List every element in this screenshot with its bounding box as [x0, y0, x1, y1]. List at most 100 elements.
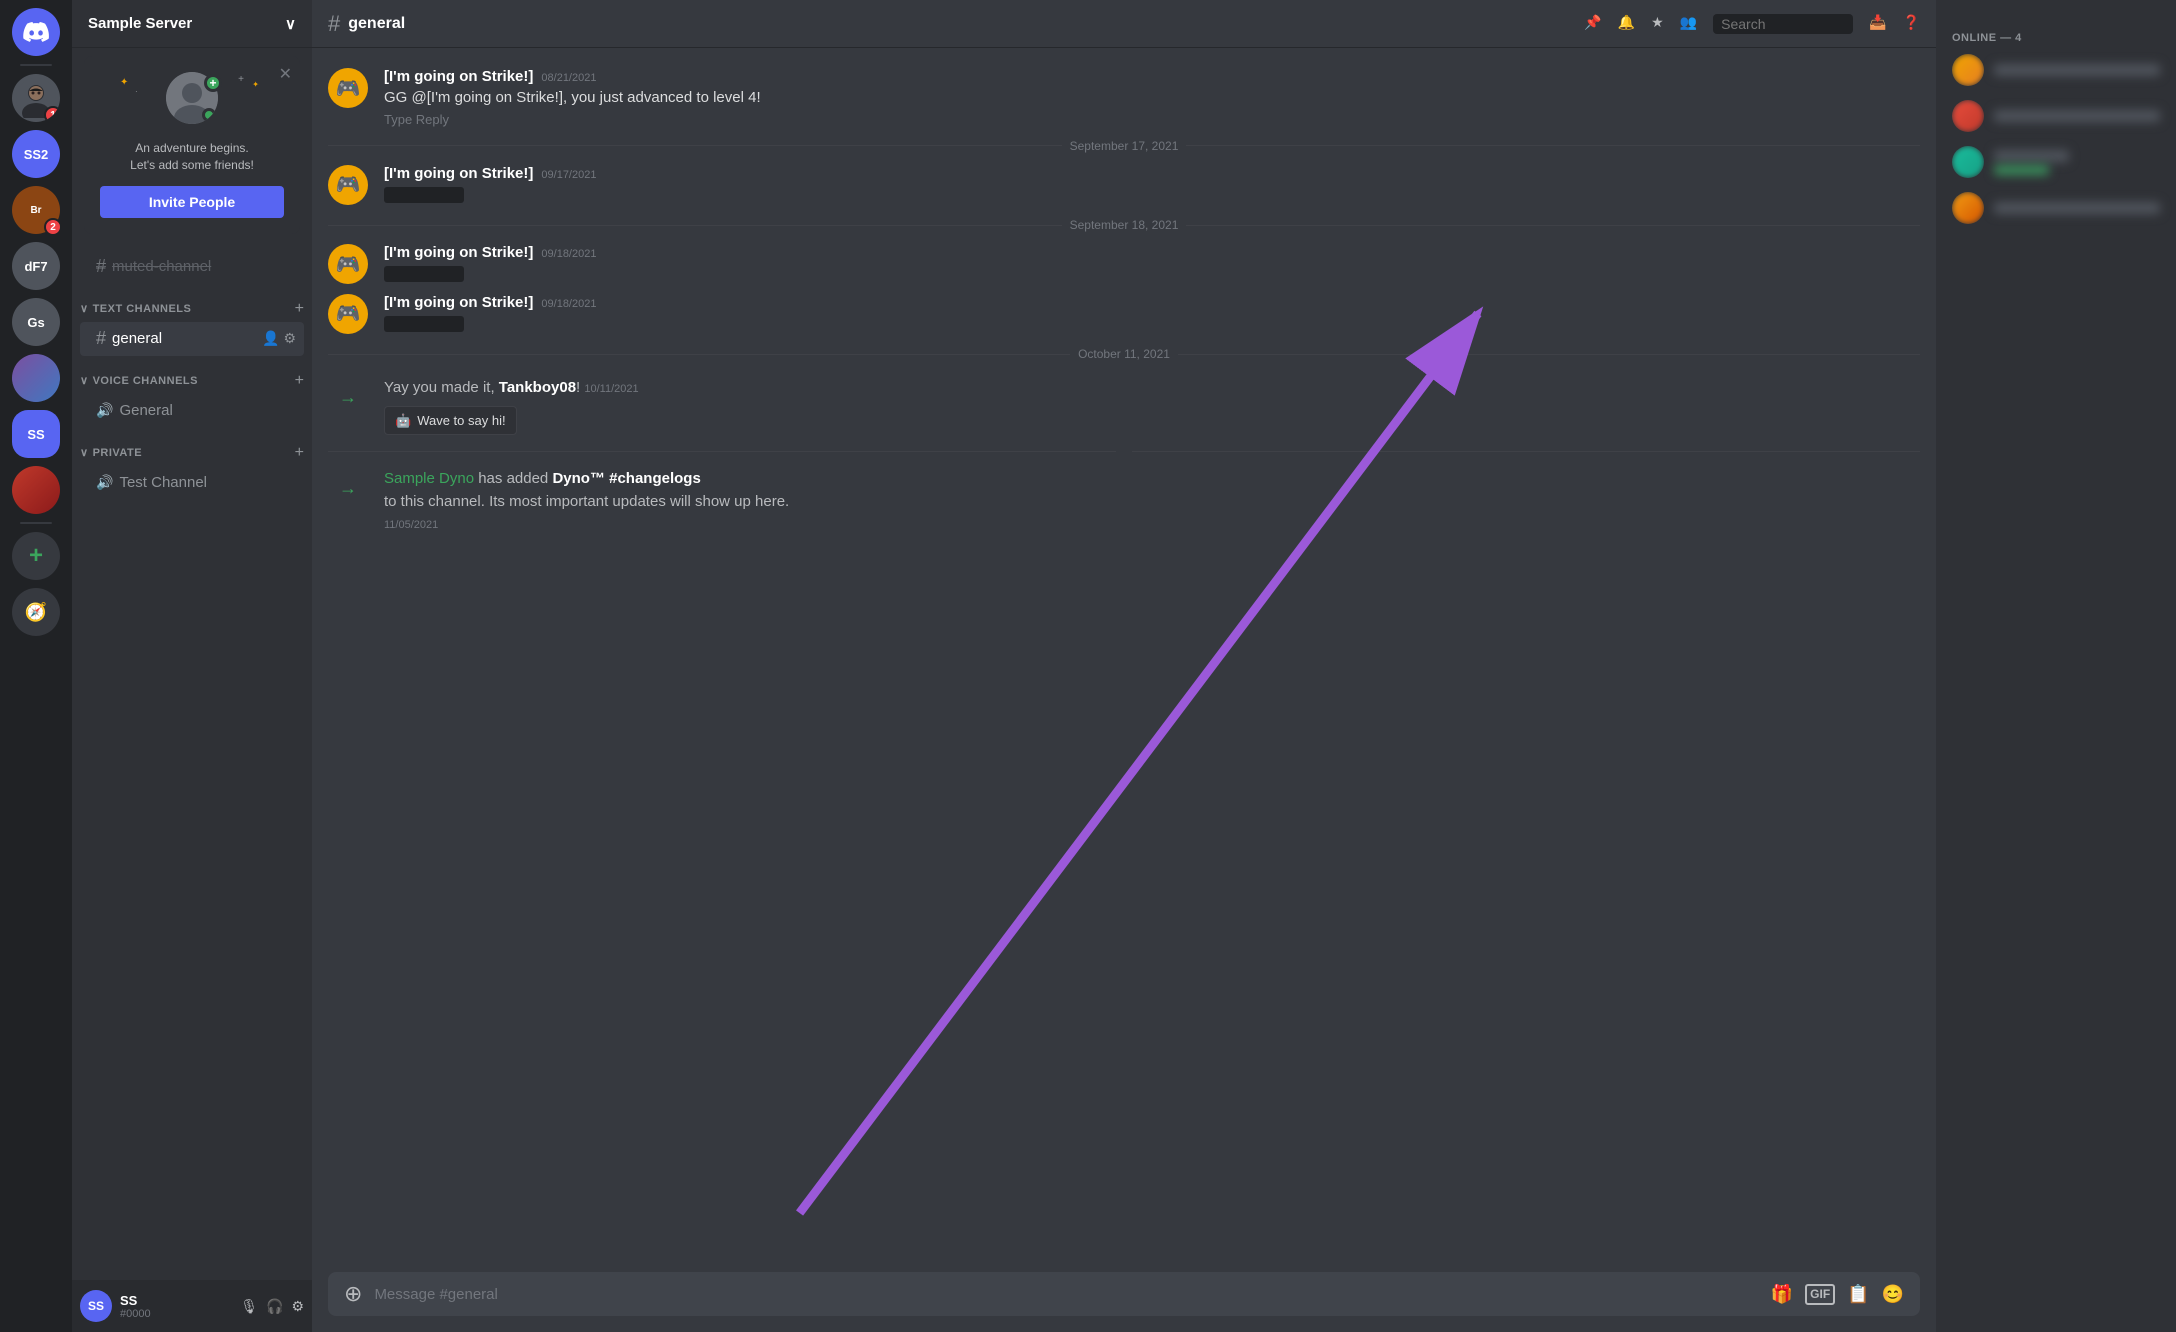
message-username-1: [I'm going on Strike!] — [384, 68, 533, 85]
server-header[interactable]: Sample Server ∨ — [72, 0, 312, 48]
message-avatar-1: 🎮 — [328, 68, 368, 108]
message-input[interactable] — [374, 1286, 1758, 1303]
chevron-down-icon-text: ∨ — [80, 302, 89, 315]
message-timestamp-2: 09/17/2021 — [541, 169, 596, 181]
settings-icon[interactable]: ⚙ — [283, 330, 296, 347]
server-divider — [20, 64, 52, 66]
server-icon-brave[interactable]: Br 2 — [12, 186, 60, 234]
redacted-content-3 — [384, 266, 464, 282]
server-badge-2: 2 — [44, 218, 62, 236]
member-item-3[interactable] — [1944, 140, 2168, 184]
server-badge: 1 — [44, 106, 60, 122]
category-label-voice: ∨ VOICE CHANNELS — [80, 374, 198, 387]
channel-item-voice-general[interactable]: 🔊 General — [80, 394, 304, 428]
category-voice-channels[interactable]: ∨ VOICE CHANNELS + — [72, 356, 312, 394]
sticker-icon[interactable]: 📋 — [1847, 1284, 1869, 1305]
discovery-button[interactable]: 🧭 — [12, 588, 60, 636]
chat-channel-name: general — [348, 15, 405, 33]
category-label-private: ∨ PRIVATE — [80, 446, 142, 459]
microphone-icon[interactable]: 🎙 — [240, 1298, 258, 1315]
add-text-channel-button[interactable]: + — [295, 300, 304, 318]
message-header-1: [I'm going on Strike!] 08/21/2021 — [384, 68, 1920, 85]
message-group-3: 🎮 [I'm going on Strike!] 09/18/2021 — [312, 240, 1936, 290]
category-private[interactable]: ∨ PRIVATE + — [72, 428, 312, 466]
message-header-2: [I'm going on Strike!] 09/17/2021 — [384, 165, 1920, 182]
chat-input-actions: 🎁 GIF 📋 😊 — [1771, 1284, 1904, 1305]
dyno-name: Sample Dyno — [384, 470, 474, 487]
message-content-4: [I'm going on Strike!] 09/18/2021 — [384, 294, 1920, 336]
member-item-1[interactable] — [1944, 48, 2168, 92]
discord-home-button[interactable] — [12, 8, 60, 56]
gif-icon[interactable]: GIF — [1805, 1284, 1835, 1305]
server-icon-avatar[interactable]: 1 — [12, 74, 60, 122]
add-voice-channel-button[interactable]: + — [295, 372, 304, 390]
category-text-channels[interactable]: ∨ TEXT CHANNELS + — [72, 284, 312, 322]
hash-icon-general: # — [96, 328, 106, 349]
member-item-4[interactable] — [1944, 186, 2168, 230]
message-timestamp-1: 08/21/2021 — [541, 72, 596, 84]
current-user-tag: #0000 — [120, 1308, 232, 1320]
invite-people-button[interactable]: Invite People — [100, 186, 284, 218]
members-list-icon[interactable]: 👥 — [1680, 14, 1697, 34]
server-icon-red[interactable] — [12, 466, 60, 514]
server-icon-ss-active[interactable]: SS — [12, 410, 60, 458]
help-icon[interactable]: ❓ — [1903, 14, 1920, 34]
compass-icon: 🧭 — [25, 602, 47, 623]
add-attachment-button[interactable]: ⊕ — [344, 1281, 362, 1307]
message-text-1: GG @[I'm going on Strike!], you just adv… — [384, 87, 1920, 110]
server-label-ss: SS — [27, 427, 44, 442]
inbox-icon[interactable]: 📥 — [1869, 14, 1886, 34]
member-avatar-1 — [1952, 54, 1984, 86]
member-avatar-2 — [1952, 100, 1984, 132]
channel-item-muted[interactable]: # muted-channel — [80, 250, 304, 284]
emoji-icon[interactable]: 😊 — [1882, 1284, 1904, 1305]
headset-icon[interactable]: 🎧 — [266, 1298, 283, 1315]
message-username-4: [I'm going on Strike!] — [384, 294, 533, 311]
user-area: SS SS #0000 🎙 🎧 ⚙ — [72, 1280, 312, 1332]
invite-avatar-container: ✦ · ✦ + + — [100, 72, 284, 132]
wave-button[interactable]: 🤖 Wave to say hi! — [384, 406, 517, 436]
member-name-2 — [1994, 110, 2160, 122]
add-icon: + — [29, 542, 43, 570]
add-person-icon[interactable]: 👤 — [262, 330, 279, 347]
settings-user-icon[interactable]: ⚙ — [291, 1298, 304, 1315]
chevron-down-icon-private: ∨ — [80, 446, 89, 459]
pin-messages-icon[interactable]: 📌 — [1584, 14, 1601, 34]
date-divider-nov5 — [312, 443, 1936, 460]
channel-item-test[interactable]: 🔊 Test Channel — [80, 466, 304, 500]
chat-header: # general 📌 🔔 ★ 👥 📥 ❓ — [312, 0, 1936, 48]
chat-header-actions: 📌 🔔 ★ 👥 📥 ❓ — [1584, 14, 1920, 34]
redacted-content-2 — [384, 187, 464, 203]
member-avatar-3 — [1952, 146, 1984, 178]
server-name: Sample Server — [88, 15, 192, 32]
member-item-2[interactable] — [1944, 94, 2168, 138]
server-icon-blurry[interactable] — [12, 354, 60, 402]
search-input[interactable] — [1713, 14, 1853, 34]
chat-input-box: ⊕ 🎁 GIF 📋 😊 — [328, 1272, 1920, 1316]
gift-icon[interactable]: 🎁 — [1771, 1284, 1793, 1305]
messages-area: 🎮 [I'm going on Strike!] 08/21/2021 GG @… — [312, 48, 1936, 1272]
message-avatar-4: 🎮 — [328, 294, 368, 334]
channel-name-muted: muted-channel — [112, 258, 296, 275]
current-user-avatar[interactable]: SS — [80, 1290, 112, 1322]
add-private-channel-button[interactable]: + — [295, 444, 304, 462]
bell-icon[interactable]: 🔔 — [1618, 14, 1635, 34]
chat-input-area: ⊕ 🎁 GIF 📋 😊 — [312, 1272, 1936, 1332]
message-header-3: [I'm going on Strike!] 09/18/2021 — [384, 244, 1920, 261]
server-icon-ss2[interactable]: SS2 — [12, 130, 60, 178]
add-server-button[interactable]: + — [12, 532, 60, 580]
system-join-message: → Yay you made it, Tankboy08! 10/11/2021… — [312, 369, 1936, 443]
server-icon-gs[interactable]: Gs — [12, 298, 60, 346]
server-icon-df7[interactable]: dF7 — [12, 242, 60, 290]
message-timestamp-3: 09/18/2021 — [541, 248, 596, 260]
server-label-df7: dF7 — [24, 259, 47, 274]
message-content-1: [I'm going on Strike!] 08/21/2021 GG @[I… — [384, 68, 1920, 127]
message-header-4: [I'm going on Strike!] 09/18/2021 — [384, 294, 1920, 311]
star-icon[interactable]: ★ — [1651, 14, 1664, 34]
server-label-gs: Gs — [27, 315, 44, 330]
channel-name-general: general — [112, 330, 256, 347]
type-reply-button-1[interactable]: Type Reply — [384, 112, 449, 127]
channel-name-voice-general: General — [119, 402, 296, 419]
channel-item-general[interactable]: # general 👤 ⚙ — [80, 322, 304, 356]
message-group-4: 🎮 [I'm going on Strike!] 09/18/2021 — [312, 290, 1936, 340]
